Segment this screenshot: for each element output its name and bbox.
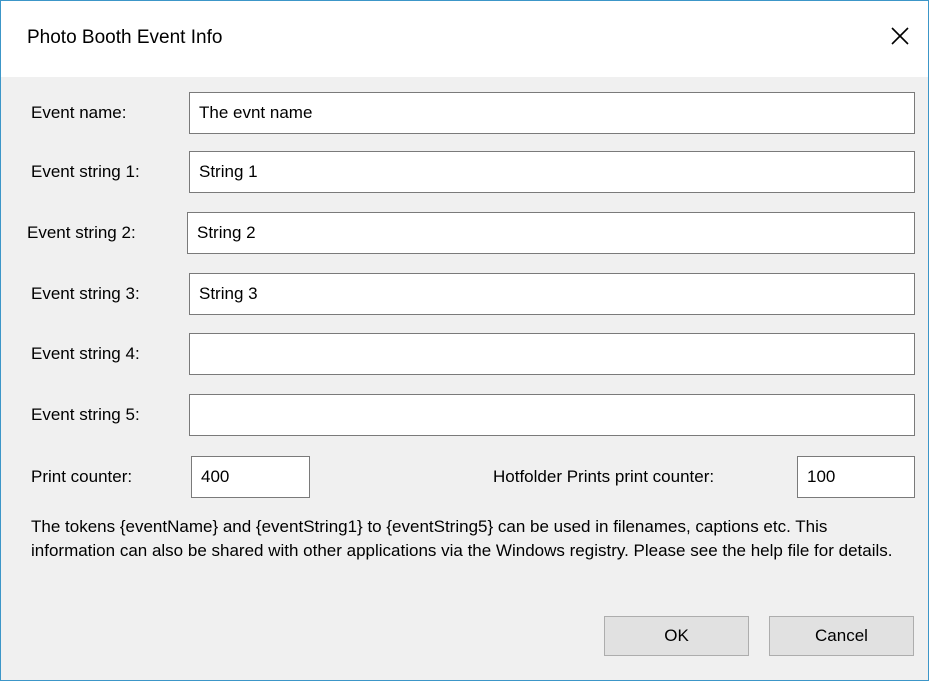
event-string-4-label: Event string 4: (31, 344, 140, 363)
cancel-button[interactable]: Cancel (769, 616, 914, 656)
event-string-4-field[interactable] (189, 333, 915, 375)
close-x-icon (891, 27, 909, 45)
event-string-3-field[interactable] (189, 273, 915, 315)
event-string-1-field[interactable] (189, 151, 915, 193)
info-text: The tokens {eventName} and {eventString1… (31, 517, 893, 560)
event-info-dialog: Photo Booth Event Info Event name: Event… (0, 0, 929, 681)
event-string-2-field[interactable] (187, 212, 915, 254)
event-string-1-label: Event string 1: (31, 162, 140, 181)
print-counter-field[interactable] (191, 456, 310, 498)
title-bar: Photo Booth Event Info (1, 1, 928, 77)
event-string-5-label: Event string 5: (31, 405, 140, 424)
hotfolder-print-counter-field[interactable] (797, 456, 915, 498)
event-string-5-field[interactable] (189, 394, 915, 436)
hotfolder-print-counter-label: Hotfolder Prints print counter: (493, 467, 715, 486)
close-button[interactable] (872, 1, 928, 71)
event-string-2-label: Event string 2: (27, 223, 136, 242)
event-name-field[interactable] (189, 92, 915, 134)
ok-button[interactable]: OK (604, 616, 749, 656)
print-counter-label: Print counter: (31, 467, 133, 486)
window-title: Photo Booth Event Info (27, 27, 223, 48)
event-name-label: Event name: (31, 103, 127, 122)
event-string-3-label: Event string 3: (31, 284, 140, 303)
